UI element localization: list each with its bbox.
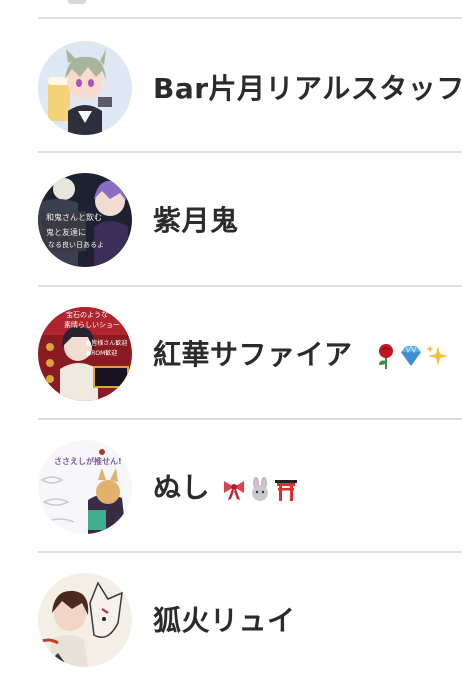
user-row[interactable]: 宝石のような 素晴らしいショー ●皆様さん歓迎 ●ROM歓迎 紅華サファイア <box>0 287 462 418</box>
avatar[interactable] <box>38 41 132 135</box>
user-name: 狐火リュイ <box>153 604 296 637</box>
avatar-kitsunebi-icon <box>38 573 132 667</box>
avatar-caption: なる良い日あるよ <box>48 240 104 249</box>
user-name: 紫月鬼 <box>153 204 239 237</box>
avatar[interactable] <box>38 573 132 667</box>
ribbon-icon <box>222 477 246 501</box>
avatar-caption: ●皆様さん歓迎 <box>86 339 127 347</box>
user-name: ぬし <box>153 470 298 506</box>
avatar-kouka-icon: 宝石のような 素晴らしいショー ●皆様さん歓迎 ●ROM歓迎 <box>38 307 132 401</box>
gem-icon <box>399 344 423 368</box>
avatar-nushi-icon: ささえしが推せん! <box>38 440 132 534</box>
avatar-shizuki-icon: 和鬼さんと飲む 鬼と友達に なる良い日あるよ <box>38 173 132 267</box>
avatar-caption: 宝石のような <box>66 310 108 319</box>
user-row[interactable]: 狐火リュイ <box>0 553 462 680</box>
user-row[interactable]: ささえしが推せん! ぬし <box>0 420 462 551</box>
user-row[interactable]: 和鬼さんと飲む 鬼と友達に なる良い日あるよ 紫月鬼 <box>0 153 462 284</box>
rabbit-icon <box>248 477 272 501</box>
user-name: Bar片月リアルスタッフ <box>153 72 462 105</box>
avatar-caption: ●ROM歓迎 <box>86 349 117 357</box>
avatar[interactable]: 宝石のような 素晴らしいショー ●皆様さん歓迎 ●ROM歓迎 <box>38 307 132 401</box>
avatar-caption: 和鬼さんと飲む <box>46 212 102 222</box>
sparkles-icon <box>425 344 449 368</box>
avatar-bar-kataduki-icon <box>38 41 132 135</box>
previous-row-edge <box>68 0 86 4</box>
torii-icon <box>274 477 298 501</box>
user-row[interactable]: Bar片月リアルスタッフ <box>0 19 462 150</box>
user-name: 紅華サファイア <box>153 337 449 373</box>
avatar-caption: 鬼と友達に <box>46 227 86 237</box>
user-list: Bar片月リアルスタッフ 和鬼さんと飲む 鬼と友達に なる良い日あるよ 紫月鬼 <box>0 0 462 680</box>
avatar-caption: 素晴らしいショー <box>64 320 120 329</box>
user-name-text: 紅華サファイア <box>153 338 353 371</box>
avatar[interactable]: ささえしが推せん! <box>38 440 132 534</box>
user-name-text: ぬし <box>153 471 211 504</box>
avatar[interactable]: 和鬼さんと飲む 鬼と友達に なる良い日あるよ <box>38 173 132 267</box>
rose-icon <box>375 343 397 369</box>
avatar-caption: ささえしが推せん! <box>54 456 122 466</box>
